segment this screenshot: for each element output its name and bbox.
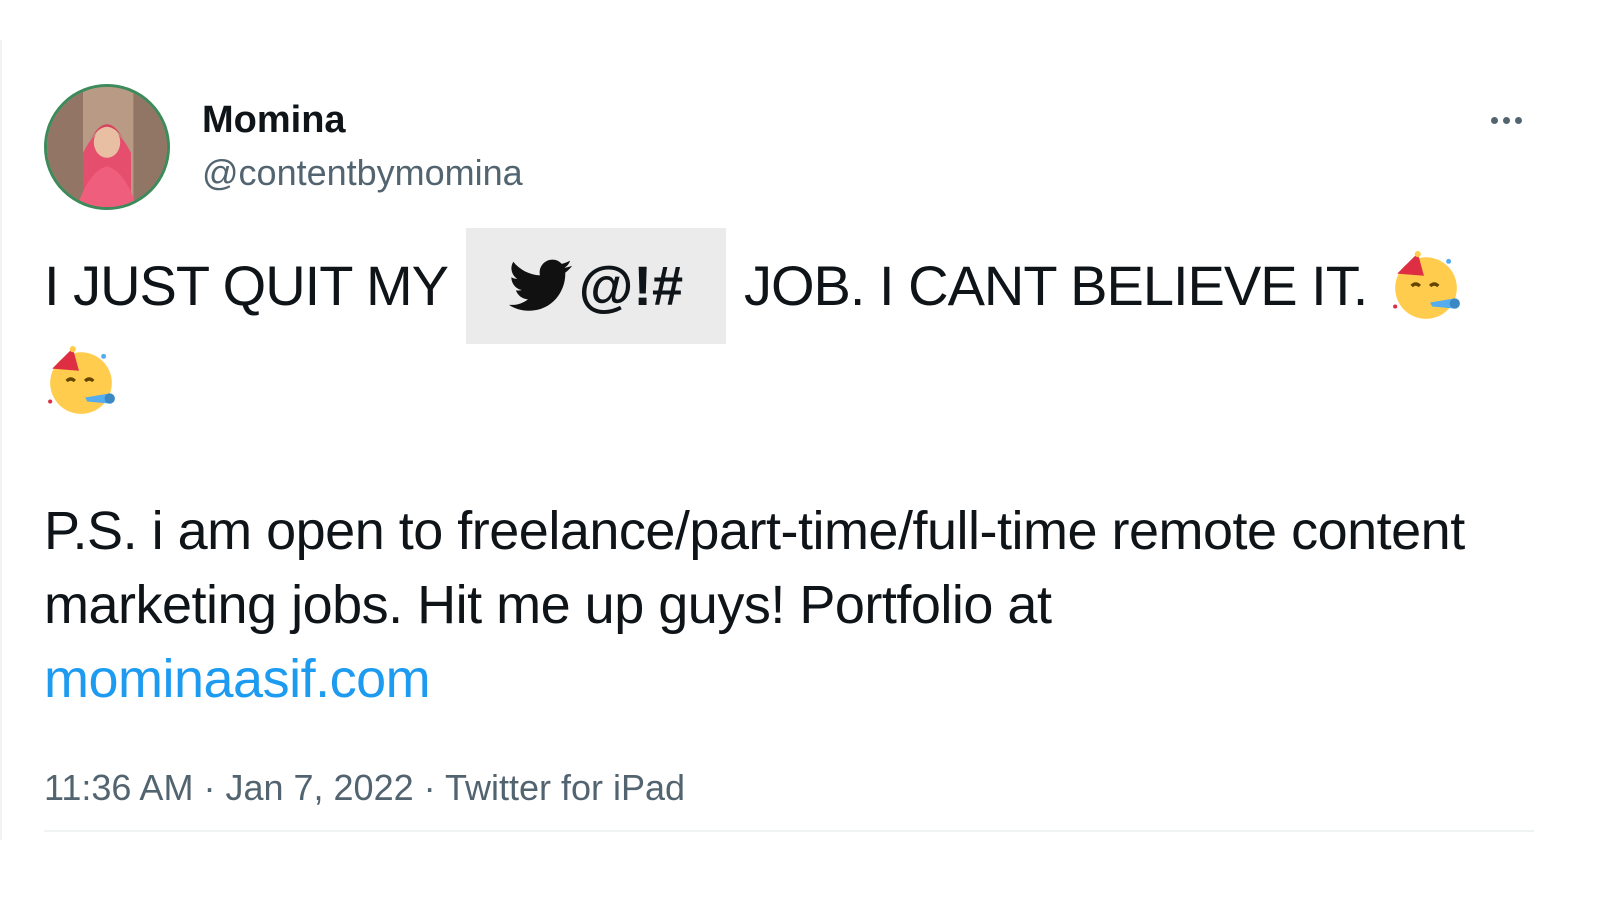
tweet-text-line2 (44, 344, 1534, 424)
censored-symbols: @!# (578, 254, 684, 317)
tweet-metadata: 11:36 AM · Jan 7, 2022 · Twitter for iPa… (44, 766, 1534, 810)
user-handle[interactable]: @contentbymomina (202, 152, 523, 194)
meta-separator: · (203, 767, 216, 808)
twitter-bird-icon (508, 259, 572, 311)
tweet-body-text: P.S. i am open to freelance/part-time/fu… (44, 501, 1465, 635)
left-edge-rule (0, 40, 2, 840)
tweet-text-after: JOB. I CANT BELIEVE IT. (743, 254, 1368, 317)
author-names: Momina @contentbymomina (202, 98, 523, 194)
partying-face-icon (1389, 249, 1463, 323)
more-horizontal-icon[interactable] (1486, 110, 1526, 130)
portfolio-link[interactable]: mominaasif.com (44, 642, 431, 716)
avatar-image (47, 87, 167, 207)
partying-face-icon (44, 344, 118, 418)
meta-separator: · (423, 767, 436, 808)
tweet-text-line1: I JUST QUIT MY @!# JOB. I CANT BELIEVE I… (44, 228, 1534, 344)
tweet-date[interactable]: Jan 7, 2022 (225, 767, 413, 808)
tweet-time[interactable]: 11:36 AM (44, 767, 193, 808)
tweet-header: Momina @contentbymomina (44, 84, 1534, 212)
tweet-card: Momina @contentbymomina I JUST QUIT MY @… (44, 84, 1534, 810)
display-name[interactable]: Momina (202, 98, 523, 142)
censored-word: @!# (465, 228, 726, 344)
divider (44, 830, 1534, 832)
tweet-source[interactable]: Twitter for iPad (445, 767, 685, 808)
tweet-text-before: I JUST QUIT MY (44, 254, 449, 317)
avatar[interactable] (44, 84, 170, 210)
tweet-body-paragraph: P.S. i am open to freelance/part-time/fu… (44, 494, 1524, 716)
